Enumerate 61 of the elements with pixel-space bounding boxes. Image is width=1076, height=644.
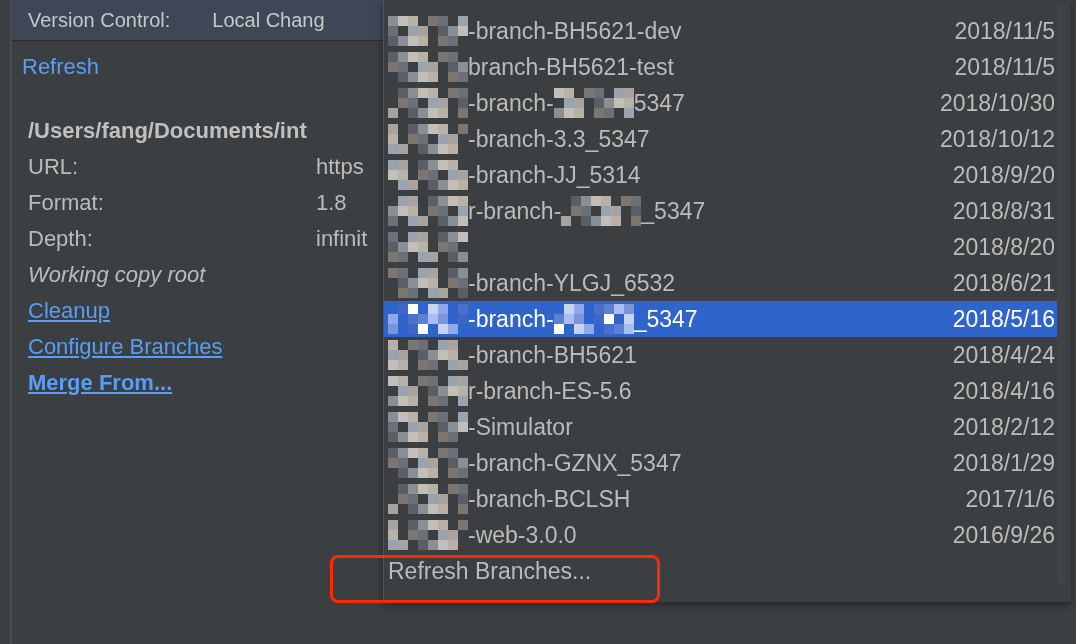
note-text: Working copy root: [28, 261, 206, 289]
branch-name: _5347: [641, 197, 706, 225]
branch-item[interactable]: -branch-3.3_5347 2018/10/12: [384, 121, 1061, 157]
action-link[interactable]: Configure Branches: [28, 334, 223, 359]
property-label: Format:: [28, 189, 105, 217]
branch-name: -branch-BCLSH: [468, 485, 631, 513]
branch-date: 2018/8/20: [952, 233, 1055, 261]
property-label: URL:: [28, 153, 80, 181]
branch-item[interactable]: -branch- 5347 2018/10/30: [384, 85, 1061, 121]
branch-date: 2018/11/5: [954, 17, 1055, 45]
branch-item[interactable]: -branch-BH5621-dev 2018/11/5: [384, 13, 1061, 49]
branch-name: branch-BH5621-test: [468, 53, 674, 81]
tool-window-title: Version Control:: [28, 8, 171, 32]
branch-item[interactable]: -branch-JJ_5314 2018/9/20: [384, 157, 1061, 193]
branch-name: -branch-BH5621-dev: [468, 17, 682, 45]
branch-item[interactable]: 2018/8/20: [384, 229, 1061, 265]
branch-date: 2016/9/26: [952, 521, 1055, 549]
branch-item[interactable]: -branch-GZNX_5347 2018/1/29: [384, 445, 1061, 481]
branch-item[interactable]: -branch-YLGJ_6532 2018/6/21: [384, 265, 1061, 301]
branch-name: r-branch-ES-5.6: [468, 377, 632, 405]
branch-date: 2018/6/21: [952, 269, 1055, 297]
branch-item[interactable]: r-branch-ES-5.6 2018/4/16: [384, 373, 1061, 409]
refresh-branches-item[interactable]: Refresh Branches...: [388, 557, 592, 585]
branch-date: 2018/10/12: [939, 125, 1055, 153]
branch-item[interactable]: -Simulator 2018/2/12: [384, 409, 1061, 445]
branch-name: 5347: [633, 89, 685, 117]
action-link[interactable]: Cleanup: [28, 298, 110, 323]
branch-name: -branch-: [468, 89, 554, 117]
property-value: 1.8: [316, 189, 347, 217]
branch-date: 2018/5/16: [952, 305, 1055, 333]
property-value: infinit: [316, 225, 368, 253]
branch-date: 2018/2/12: [952, 413, 1055, 441]
branch-name: -branch-BH5621: [468, 341, 637, 369]
branch-name: -branch-GZNX_5347: [468, 449, 682, 477]
branch-date: 2018/10/30: [939, 89, 1055, 117]
branch-date: 2018/1/29: [952, 449, 1055, 477]
branch-name: -Simulator: [468, 413, 573, 441]
branch-item[interactable]: r-branch- _5347 2018/8/31: [384, 193, 1061, 229]
branch-date: 2018/4/24: [952, 341, 1055, 369]
branch-name: -branch-: [468, 305, 554, 333]
branch-name: -branch-3.3_5347: [468, 125, 650, 153]
property-label: Depth:: [28, 225, 94, 253]
branch-date: 2018/9/20: [952, 161, 1055, 189]
branch-date: 2018/8/31: [952, 197, 1055, 225]
branch-name: -branch-JJ_5314: [468, 161, 641, 189]
scrollbar[interactable]: [1057, 4, 1067, 584]
tab[interactable]: Local Chang: [212, 8, 325, 32]
action-link[interactable]: Merge From...: [28, 370, 173, 395]
branch-name: r-branch-: [468, 197, 562, 225]
branch-item[interactable]: branch-BH5621-test 2018/11/5: [384, 49, 1061, 85]
branch-item[interactable]: -branch-BCLSH 2017/1/6: [384, 481, 1061, 517]
branch-name: -branch-YLGJ_6532: [468, 269, 676, 297]
branch-item[interactable]: -branch-BH5621 2018/4/24: [384, 337, 1061, 373]
branch-date: 2018/11/5: [954, 53, 1055, 81]
path-text: /Users/fang/Documents/int: [28, 117, 307, 145]
property-value: https: [316, 153, 364, 181]
branch-date: 2017/1/6: [965, 485, 1055, 513]
branch-date: 2018/4/16: [952, 377, 1055, 405]
branch-item[interactable]: -web-3.0.0 2016/9/26: [384, 517, 1061, 553]
branch-name: -web-3.0.0: [468, 521, 577, 549]
refresh-link[interactable]: Refresh: [22, 51, 100, 83]
